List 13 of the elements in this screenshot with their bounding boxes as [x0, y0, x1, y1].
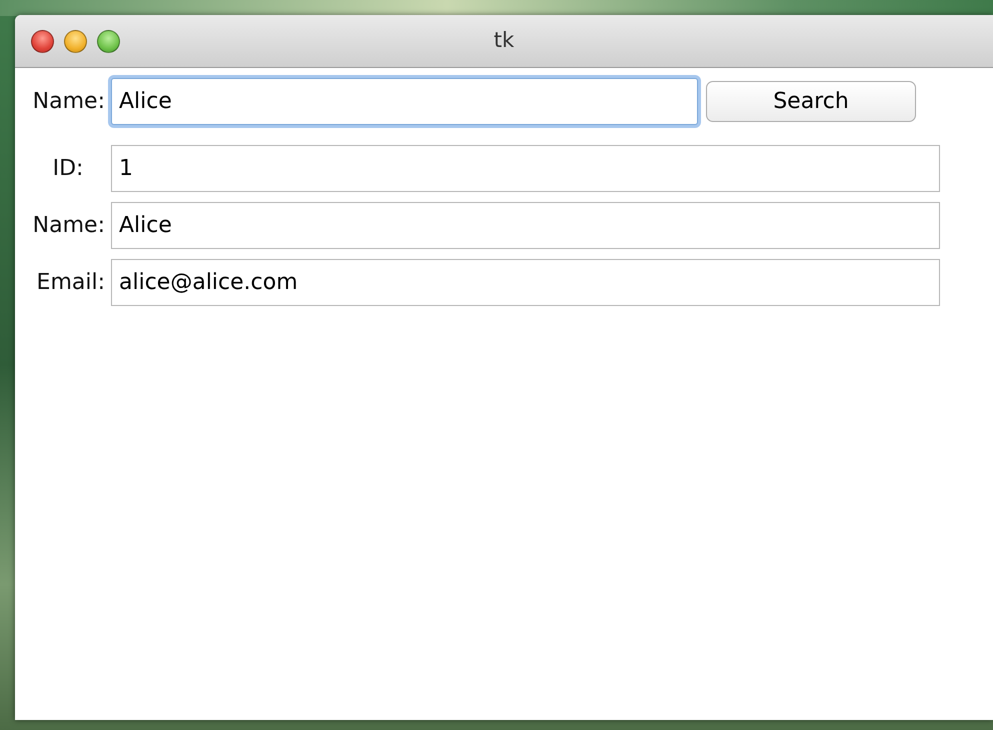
close-button[interactable]: [31, 30, 54, 52]
field-label: Name:: [32, 88, 106, 116]
search-button[interactable]: Search: [706, 81, 916, 122]
zoom-button[interactable]: [97, 30, 120, 52]
minimize-button[interactable]: [64, 30, 87, 52]
field-label: ID:: [52, 155, 84, 183]
search-field[interactable]: Alice: [111, 78, 698, 125]
text-field[interactable]: alice@alice.com: [111, 259, 940, 306]
text-field[interactable]: Alice: [111, 202, 940, 249]
window-title: tk: [494, 28, 514, 52]
field-label: Name:: [32, 212, 106, 240]
field-label: Email:: [36, 269, 106, 297]
text-field[interactable]: 1: [111, 145, 940, 192]
